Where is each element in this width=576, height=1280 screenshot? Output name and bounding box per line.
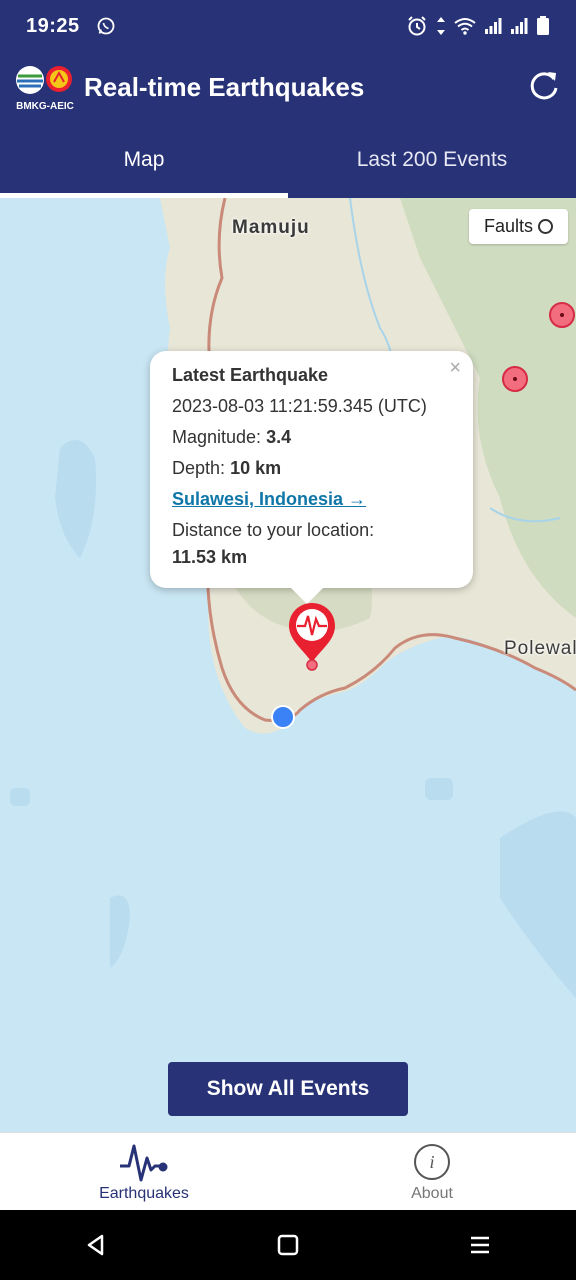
location-link[interactable]: Sulawesi, Indonesia →	[172, 489, 366, 509]
magnitude-value: 3.4	[266, 427, 292, 447]
faults-label: Faults	[483, 216, 534, 236]
bmkg-aeic-logo: BMKG-AEIC	[14, 62, 76, 112]
map-label-polewali: Polewali	[504, 638, 576, 659]
popup-datetime: 2023-08-03 11:21:59.345 (UTC)	[172, 396, 427, 416]
app-bar: BMKG-AEIC Real-time Earthquakes	[0, 52, 576, 122]
battery-icon	[537, 16, 549, 35]
bottom-navigation: Earthquakes i About	[0, 1132, 576, 1210]
show-all-events-button[interactable]: Show All Events	[168, 1062, 408, 1116]
data-arrows-icon	[437, 17, 445, 35]
alarm-icon	[408, 16, 426, 36]
faults-radio-icon[interactable]	[538, 219, 554, 234]
signal-icon	[511, 18, 528, 34]
back-icon[interactable]	[84, 1233, 108, 1257]
popup-heading: Latest Earthquake	[172, 365, 329, 385]
tab-map[interactable]: Map	[0, 122, 288, 198]
earthquake-marker[interactable]	[549, 302, 575, 328]
info-icon: i	[414, 1144, 450, 1180]
refresh-icon[interactable]	[526, 68, 562, 104]
tab-map-label: Map	[123, 148, 165, 171]
wifi-icon	[454, 18, 476, 35]
tab-last-200-events[interactable]: Last 200 Events	[288, 122, 576, 198]
tab-bar: Map Last 200 Events	[0, 122, 576, 198]
distance-value: 11.53 km	[172, 547, 248, 567]
home-icon[interactable]	[276, 1233, 300, 1257]
system-navigation-bar	[0, 1210, 576, 1280]
status-bar: 19:25	[0, 0, 576, 52]
seismograph-icon	[120, 1144, 168, 1182]
popup-close-button[interactable]: ×	[449, 357, 461, 380]
status-time: 19:25	[26, 14, 80, 37]
depth-label: Depth:	[172, 458, 226, 478]
nav-about[interactable]: i About	[288, 1133, 576, 1210]
popup-magnitude: Magnitude: 3.4	[172, 427, 451, 448]
svg-text:i: i	[429, 1152, 434, 1172]
latest-earthquake-marker-icon[interactable]	[288, 601, 336, 673]
nav-earthquakes-label: Earthquakes	[99, 1185, 189, 1202]
distance-label: Distance to your location:	[172, 520, 375, 540]
popup-location: Sulawesi, Indonesia →	[172, 489, 451, 510]
depth-value: 10 km	[230, 458, 282, 478]
popup-depth: Depth: 10 km	[172, 458, 451, 479]
app-title: Real-time Earthquakes	[84, 71, 365, 102]
nav-about-label: About	[411, 1185, 453, 1202]
recents-menu-icon[interactable]	[468, 1233, 492, 1257]
nav-earthquakes[interactable]: Earthquakes	[0, 1133, 288, 1210]
map-label-mamuju: Mamuju	[232, 217, 310, 238]
signal-icon	[485, 18, 502, 34]
whatsapp-icon	[97, 17, 115, 35]
latest-earthquake-popup: × Latest Earthquake 2023-08-03 11:21:59.…	[150, 351, 473, 604]
earthquake-marker[interactable]	[502, 366, 528, 392]
map-view[interactable]: Mamuju Polewali Faults × Latest Earthqua…	[0, 198, 576, 1132]
user-location-dot	[271, 705, 295, 729]
magnitude-label: Magnitude:	[172, 427, 262, 447]
tab-last-200-events-label: Last 200 Events	[356, 148, 508, 171]
logo-text: BMKG-AEIC	[16, 101, 74, 112]
faults-toggle[interactable]: Faults	[469, 209, 568, 244]
